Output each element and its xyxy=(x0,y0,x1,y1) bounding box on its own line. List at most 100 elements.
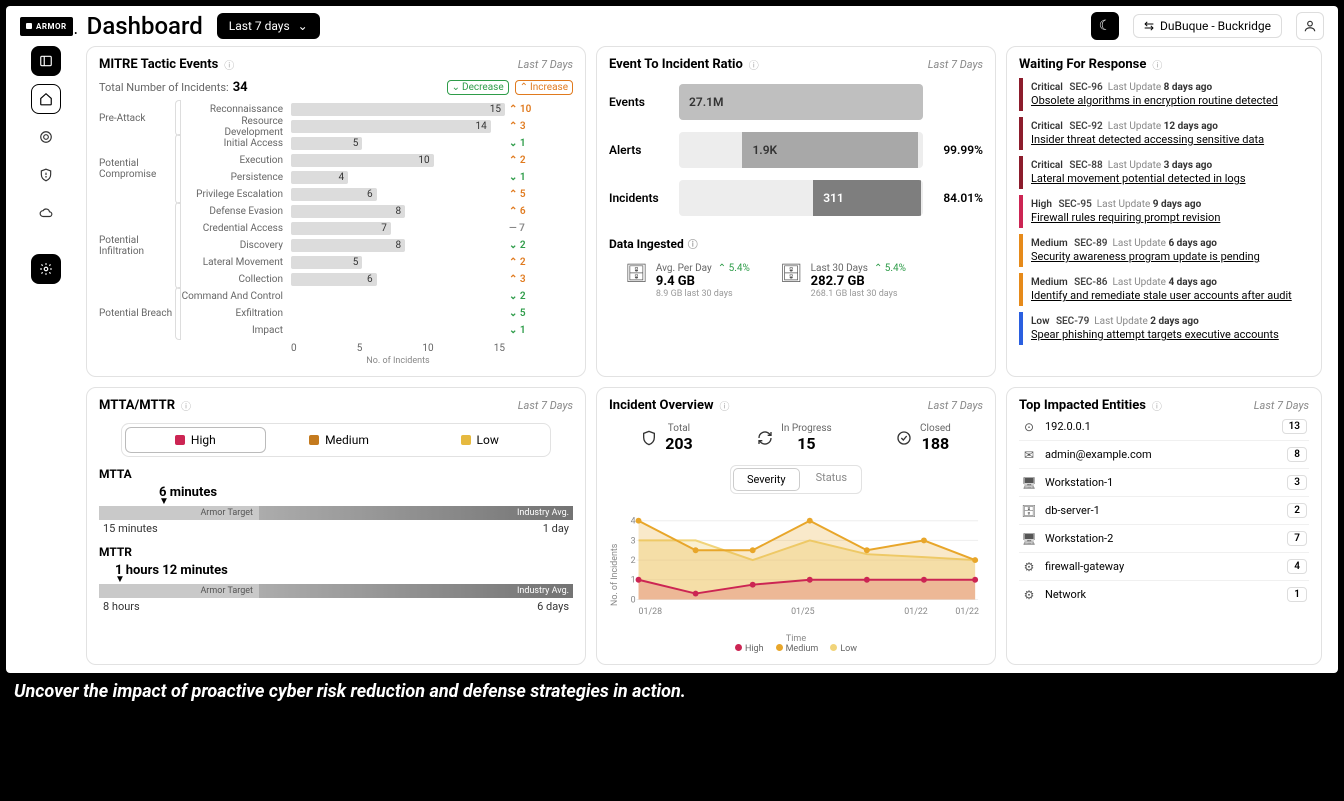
info-icon[interactable]: ⓘ xyxy=(1152,57,1162,72)
wfr-item[interactable]: Medium SEC-86 Last Update 4 days agoIden… xyxy=(1019,273,1309,306)
wfr-item[interactable]: Low SEC-79 Last Update 2 days agoSpear p… xyxy=(1019,312,1309,345)
avg-per-day: 🗄 Avg. Per Day ⌃ 5.4% 9.4 GB 8.9 GB last… xyxy=(625,263,750,299)
nav-shield[interactable] xyxy=(31,160,61,190)
info-icon[interactable]: ⓘ xyxy=(224,57,234,72)
entity-row[interactable]: 🗄db-server-12 xyxy=(1019,497,1309,525)
mitre-total: 34 xyxy=(233,80,248,95)
svg-text:01/28: 01/28 xyxy=(639,607,663,617)
entity-icon: 🖥 xyxy=(1021,532,1037,546)
person-icon xyxy=(1303,19,1317,33)
figure-caption: Uncover the impact of proactive cyber ri… xyxy=(6,673,1338,710)
nav-collapse[interactable] xyxy=(31,46,61,76)
mitre-group: Pre-Attack xyxy=(99,101,181,135)
date-range-picker[interactable]: Last 7 days ⌄ xyxy=(217,13,320,39)
wfr-item[interactable]: Critical SEC-96 Last Update 8 days agoOb… xyxy=(1019,78,1309,111)
entity-icon: ⚙ xyxy=(1021,560,1037,574)
mtta-card: MTTA/MTTR ⓘ Last 7 Days High Medium Low … xyxy=(86,387,586,665)
entity-row[interactable]: 🖥Workstation-27 xyxy=(1019,525,1309,553)
info-icon[interactable]: ⓘ xyxy=(1152,398,1162,413)
ent-title: Top Impacted Entities xyxy=(1019,398,1146,413)
mitre-group: Potential Infiltration xyxy=(99,203,181,288)
entity-row[interactable]: ⚙firewall-gateway4 xyxy=(1019,553,1309,581)
wfr-card: Waiting For Response ⓘ Critical SEC-96 L… xyxy=(1006,46,1322,377)
entity-row[interactable]: ⊙192.0.0.113 xyxy=(1019,413,1309,441)
mitre-row: Resource Development14⌃ 3 xyxy=(181,118,573,135)
mtta-title: MTTA/MTTR xyxy=(99,398,175,413)
mitre-axis-label: No. of Incidents xyxy=(291,356,505,366)
seg-high[interactable]: High xyxy=(125,427,266,453)
entity-row[interactable]: ✉admin@example.com8 xyxy=(1019,441,1309,469)
nav-cloud[interactable] xyxy=(31,198,61,228)
mttr-label: MTTR xyxy=(99,545,573,559)
mitre-range: Last 7 Days xyxy=(518,58,573,71)
org-switcher[interactable]: ⇆ DuBuque - Buckridge xyxy=(1133,14,1282,38)
account-button[interactable] xyxy=(1296,12,1324,40)
iov-segment[interactable]: Severity Status xyxy=(730,465,862,494)
mitre-row: Collection6⌃ 3 xyxy=(181,271,573,288)
swap-icon: ⇆ xyxy=(1144,19,1154,33)
svg-text:2: 2 xyxy=(631,556,636,566)
wfr-item[interactable]: Medium SEC-89 Last Update 6 days agoSecu… xyxy=(1019,234,1309,267)
entities-card: Top Impacted Entities ⓘ Last 7 Days ⊙192… xyxy=(1006,387,1322,665)
funnel-title: Event To Incident Ratio xyxy=(609,57,743,72)
mtta-bar: Armor TargetIndustry Avg. xyxy=(99,506,573,520)
incident-chart: No. of Incidents 43 21 0 xyxy=(609,500,983,630)
entity-row[interactable]: ⚙Network1 xyxy=(1019,581,1309,608)
page-title: Dashboard xyxy=(87,12,203,40)
nav-home[interactable] xyxy=(31,84,61,114)
mitre-group: Potential Breach xyxy=(99,288,181,339)
shield-icon xyxy=(641,430,657,446)
mitre-row: Defense Evasion8⌃ 6 xyxy=(181,203,573,220)
mitre-row: Command And Control⌄ 2 xyxy=(181,288,573,305)
nav-target[interactable] xyxy=(31,122,61,152)
dark-mode-toggle[interactable]: ☾ xyxy=(1091,12,1119,40)
entity-row[interactable]: 🖥Workstation-13 xyxy=(1019,469,1309,497)
svg-text:No. of Incidents: No. of Incidents xyxy=(610,543,620,606)
incident-overview-card: Incident Overview ⓘ Last 7 Days Total203… xyxy=(596,387,996,665)
funnel-row: Events27.1M xyxy=(609,84,983,120)
funnel-card: Event To Incident Ratio ⓘ Last 7 Days Ev… xyxy=(596,46,996,377)
mitre-row: Credential Access7— 7 xyxy=(181,220,573,237)
iov-title: Incident Overview xyxy=(609,398,714,413)
svg-text:01/25: 01/25 xyxy=(791,607,815,617)
last-30-days: 🗄 Last 30 Days ⌃ 5.4% 282.7 GB 268.1 GB … xyxy=(780,263,906,299)
wfr-item[interactable]: Critical SEC-92 Last Update 12 days agoI… xyxy=(1019,117,1309,150)
svg-text:1: 1 xyxy=(631,576,636,586)
svg-text:01/22: 01/22 xyxy=(904,607,928,617)
mitre-row: Discovery8⌄ 2 xyxy=(181,237,573,254)
database-icon: 🗄 xyxy=(625,263,648,299)
wfr-item[interactable]: Critical SEC-88 Last Update 3 days agoLa… xyxy=(1019,156,1309,189)
nav-settings[interactable] xyxy=(31,254,61,284)
wfr-title: Waiting For Response xyxy=(1019,57,1146,72)
funnel-row: Alerts1.9K99.99% xyxy=(609,132,983,168)
mitre-row: Privilege Escalation6⌃ 5 xyxy=(181,186,573,203)
entity-icon: ⚙ xyxy=(1021,588,1037,602)
mitre-row: Initial Access5⌄ 1 xyxy=(181,135,573,152)
info-icon[interactable]: ⓘ xyxy=(688,236,698,251)
seg-status[interactable]: Status xyxy=(802,466,861,493)
seg-low[interactable]: Low xyxy=(409,424,550,456)
legend-increase: ⌃ Increase xyxy=(515,80,573,95)
entity-icon: 🗄 xyxy=(1021,504,1037,518)
mitre-row: Impact⌄ 1 xyxy=(181,322,573,339)
armor-logo: ARMOR• xyxy=(20,17,73,36)
mtta-label: MTTA xyxy=(99,467,573,481)
mttr-bar: Armor TargetIndustry Avg. xyxy=(99,584,573,598)
seg-severity[interactable]: Severity xyxy=(733,468,800,491)
mttr-value: 1 hours 12 minutes xyxy=(115,563,573,578)
info-icon[interactable]: ⓘ xyxy=(749,57,759,72)
severity-segment[interactable]: High Medium Low xyxy=(121,423,551,457)
data-ingested-title: Data Ingested xyxy=(609,237,684,251)
info-icon[interactable]: ⓘ xyxy=(181,398,191,413)
svg-text:01/22: 01/22 xyxy=(955,607,979,617)
mitre-row: Lateral Movement5⌃ 2 xyxy=(181,254,573,271)
wfr-item[interactable]: High SEC-95 Last Update 9 days agoFirewa… xyxy=(1019,195,1309,228)
entity-icon: 🖥 xyxy=(1021,476,1037,490)
stat-inprogress: In Progress15 xyxy=(757,423,832,453)
mitre-row: Persistence4⌄ 1 xyxy=(181,169,573,186)
entity-icon: ⊙ xyxy=(1021,420,1037,434)
seg-medium[interactable]: Medium xyxy=(269,424,410,456)
info-icon[interactable]: ⓘ xyxy=(720,398,730,413)
entity-icon: ✉ xyxy=(1021,448,1037,462)
refresh-icon xyxy=(757,430,773,446)
